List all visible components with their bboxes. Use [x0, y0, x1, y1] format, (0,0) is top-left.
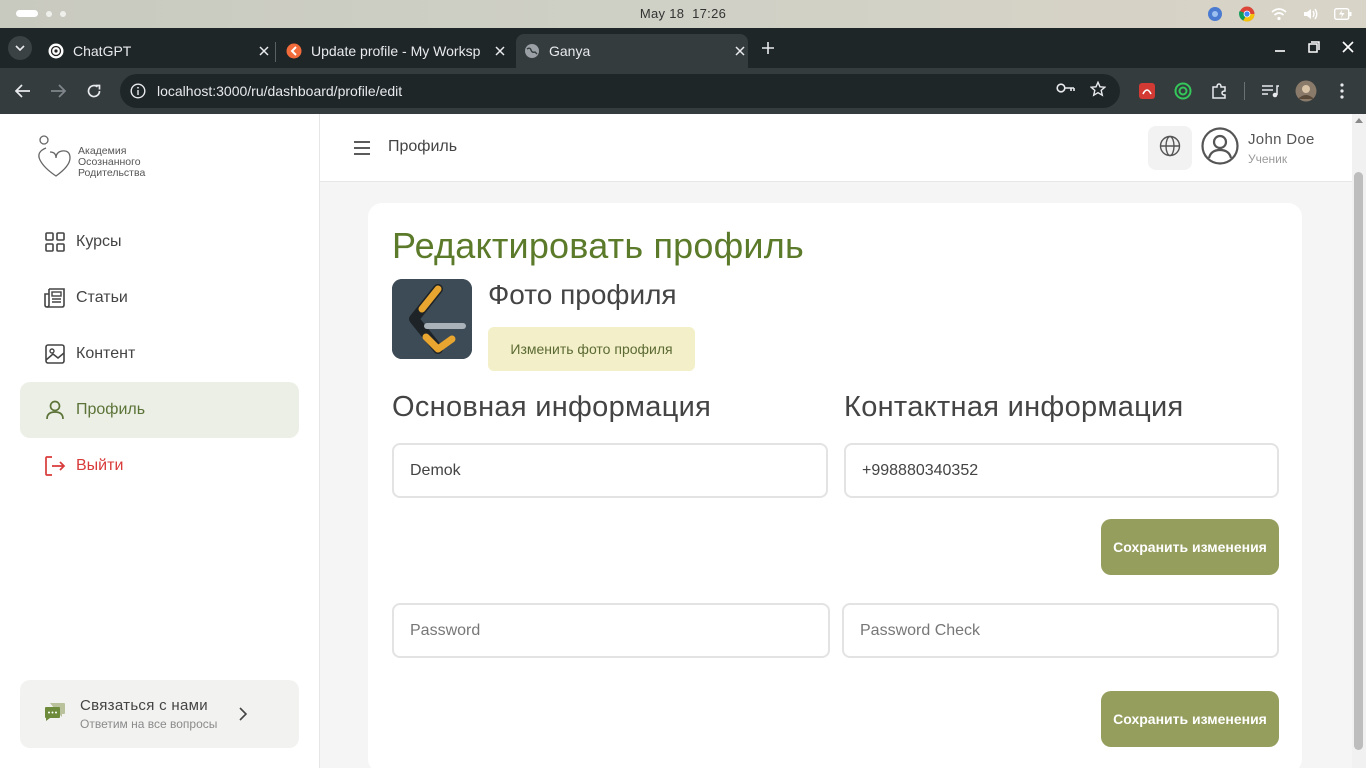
site-info-icon[interactable] [128, 81, 148, 101]
media-controls-icon[interactable] [1259, 80, 1281, 102]
chrome-menu-icon[interactable] [1331, 80, 1353, 102]
extensions-puzzle-icon[interactable] [1208, 80, 1230, 102]
page-header: Профиль John Doe Ученик [320, 114, 1352, 182]
basic-info-title: Основная информация [392, 391, 712, 423]
chat-bubbles-icon [44, 701, 66, 728]
contact-title: Связаться с нами [80, 697, 208, 714]
browser-tab-active[interactable]: Ganya [516, 34, 748, 68]
browser-tab[interactable]: Update profile - My Worksp [278, 34, 508, 68]
chevron-right-icon [233, 704, 253, 724]
user-role: Ученик [1248, 152, 1288, 166]
name-field[interactable] [392, 443, 828, 498]
user-icon [44, 399, 66, 421]
web-page: Академия Осознанного Родительства Курсы … [0, 114, 1366, 768]
close-tab-icon[interactable] [732, 43, 748, 59]
close-tab-icon[interactable] [492, 43, 508, 59]
battery-icon[interactable] [1334, 5, 1352, 23]
chatgpt-favicon-icon [48, 43, 64, 59]
contact-subtitle: Ответим на все вопросы [80, 717, 218, 731]
password-check-field[interactable] [842, 603, 1279, 658]
save-info-button[interactable]: Сохранить изменения [1101, 519, 1279, 575]
contact-info-title: Контактная информация [844, 391, 1184, 423]
scroll-up-arrow-icon[interactable] [1355, 118, 1363, 123]
phone-field[interactable] [844, 443, 1279, 498]
extension-green-ring-icon[interactable] [1172, 80, 1194, 102]
toolbar-separator [1244, 82, 1245, 100]
newspaper-icon [44, 287, 66, 309]
sidebar-item-logout[interactable]: Выйти [20, 438, 299, 494]
logo[interactable]: Академия Осознанного Родительства [36, 134, 145, 180]
profile-avatar-icon[interactable] [1295, 80, 1317, 102]
close-tab-icon[interactable] [256, 43, 272, 59]
extension-red-icon[interactable] [1136, 80, 1158, 102]
password-key-icon[interactable] [1056, 81, 1076, 102]
os-date: May 18 [639, 6, 685, 21]
page-title: Профиль [388, 138, 458, 155]
sidebar-item-label: Профиль [76, 401, 146, 418]
bookmark-star-icon[interactable] [1089, 80, 1107, 102]
sidebar: Академия Осознанного Родительства Курсы … [0, 114, 320, 768]
sidebar-item-label: Статьи [76, 289, 128, 306]
save-password-button[interactable]: Сохранить изменения [1101, 691, 1279, 747]
tab-title: ChatGPT [73, 43, 132, 59]
grid-icon [44, 231, 66, 253]
logo-text: Академия Осознанного Родительства [78, 145, 146, 179]
globe-icon [1159, 135, 1181, 162]
tab-separator [275, 42, 276, 62]
contact-us-card[interactable]: Связаться с нами Ответим на все вопросы [20, 680, 299, 748]
user-avatar[interactable] [1200, 126, 1240, 170]
close-window-icon[interactable] [1338, 36, 1358, 58]
change-photo-button[interactable]: Изменить фото профиля [488, 327, 695, 371]
window-controls [1270, 36, 1358, 58]
sidebar-item-content[interactable]: Контент [20, 326, 299, 382]
edit-profile-heading: Редактировать профиль [392, 225, 804, 266]
volume-icon[interactable] [1302, 5, 1320, 23]
sidebar-item-articles[interactable]: Статьи [20, 270, 299, 326]
new-tab-button[interactable] [758, 38, 778, 58]
scrollbar-thumb[interactable] [1354, 172, 1363, 750]
system-tray [1206, 5, 1352, 23]
chrome-tray-icon[interactable] [1238, 5, 1256, 23]
forward-arrow-icon[interactable] [47, 80, 69, 102]
sidebar-item-label: Выйти [76, 457, 124, 474]
tab-title: Update profile - My Worksp [311, 43, 481, 59]
user-circle-icon [1201, 126, 1239, 170]
edit-profile-card: Редактировать профиль Фото профиля Измен… [368, 203, 1302, 768]
reload-icon[interactable] [83, 80, 105, 102]
os-time: 17:26 [692, 6, 727, 21]
image-icon [44, 343, 66, 365]
tab-search-button[interactable] [8, 36, 32, 60]
extensions-row [1136, 80, 1353, 102]
password-field[interactable] [392, 603, 830, 658]
url-text: localhost:3000/ru/dashboard/profile/edit [157, 83, 403, 99]
browser-tab-strip: ChatGPT Update profile - My Worksp Ganya [0, 28, 1366, 68]
hamburger-menu-icon[interactable] [352, 138, 372, 158]
back-arrow-icon[interactable] [12, 80, 34, 102]
logout-icon [44, 455, 66, 477]
minimize-icon[interactable] [1270, 36, 1290, 58]
maximize-icon[interactable] [1304, 36, 1324, 58]
browser-toolbar: localhost:3000/ru/dashboard/profile/edit [0, 68, 1366, 114]
app-indicator-icon[interactable] [1206, 5, 1224, 23]
globe-favicon-icon [524, 43, 540, 59]
sidebar-item-label: Курсы [76, 233, 122, 250]
os-top-bar: May 18 17:26 [0, 0, 1366, 28]
browser-tab[interactable]: ChatGPT [40, 34, 272, 68]
user-name: John Doe [1248, 131, 1315, 148]
page-scrollbar[interactable] [1352, 114, 1366, 768]
profile-photo [392, 279, 472, 359]
sidebar-item-profile[interactable]: Профиль [20, 382, 299, 438]
address-bar[interactable]: localhost:3000/ru/dashboard/profile/edit [120, 74, 1120, 108]
tab-title: Ganya [549, 43, 591, 59]
sidebar-item-label: Контент [76, 345, 136, 362]
photo-section-title: Фото профиля [488, 279, 677, 310]
os-clock[interactable]: May 18 17:26 [0, 6, 1366, 21]
sidebar-item-courses[interactable]: Курсы [20, 214, 299, 270]
logo-mark-icon [38, 135, 71, 177]
language-switcher-button[interactable] [1148, 126, 1192, 170]
workspace-favicon-icon [286, 43, 302, 59]
wifi-icon[interactable] [1270, 5, 1288, 23]
